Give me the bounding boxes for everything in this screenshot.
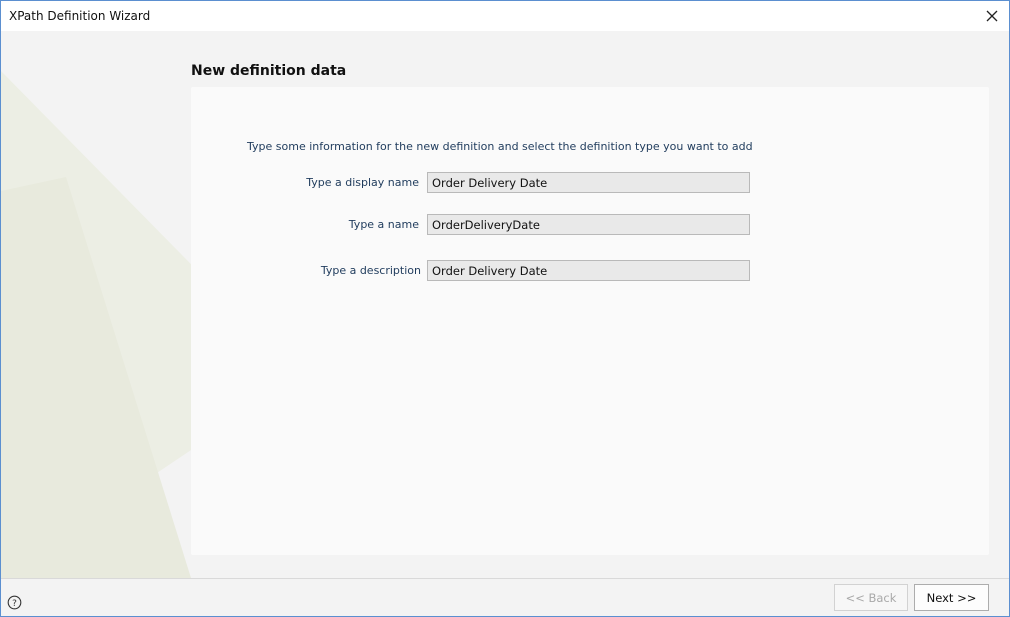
back-button[interactable]: << Back bbox=[834, 584, 908, 611]
wizard-footer: ? << Back Next >> bbox=[1, 579, 1009, 616]
instructions-text: Type some information for the new defini… bbox=[247, 140, 753, 153]
display-name-input[interactable] bbox=[427, 172, 750, 193]
window-title: XPath Definition Wizard bbox=[9, 9, 151, 23]
title-bar: XPath Definition Wizard bbox=[1, 1, 1009, 31]
help-icon[interactable]: ? bbox=[7, 595, 22, 610]
svg-text:?: ? bbox=[12, 599, 17, 609]
description-input[interactable] bbox=[427, 260, 750, 281]
content-panel: Type some information for the new defini… bbox=[191, 87, 989, 555]
next-button[interactable]: Next >> bbox=[914, 584, 989, 611]
close-button[interactable] bbox=[979, 3, 1005, 29]
description-label: Type a description bbox=[320, 264, 421, 277]
name-input[interactable] bbox=[427, 214, 750, 235]
name-label: Type a name bbox=[348, 218, 419, 231]
page-title: New definition data bbox=[191, 63, 347, 79]
display-name-label: Type a display name bbox=[306, 176, 419, 189]
close-icon bbox=[986, 10, 998, 22]
wizard-window: XPath Definition Wizard New definition d… bbox=[0, 0, 1010, 617]
